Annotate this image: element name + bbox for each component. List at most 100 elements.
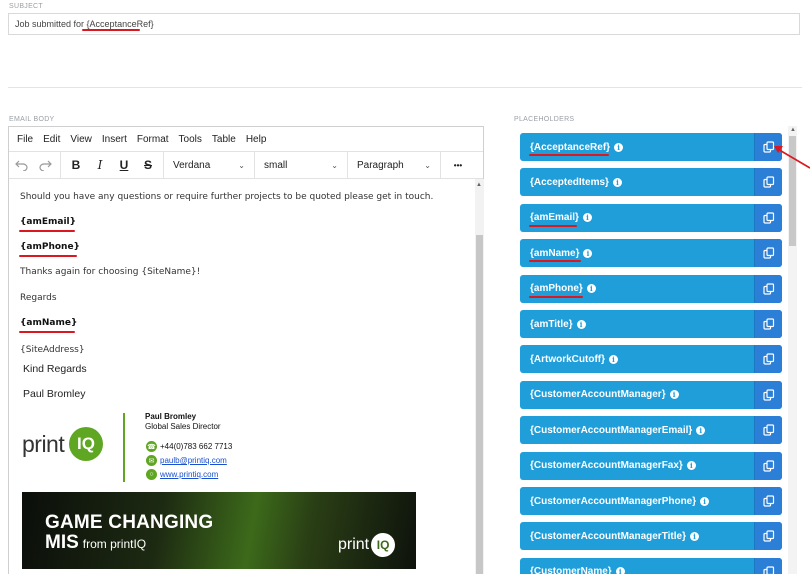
info-icon[interactable]: i — [615, 567, 625, 574]
editor-scroll-thumb[interactable] — [476, 235, 483, 574]
section-divider — [8, 87, 802, 88]
amemail-underline — [19, 230, 75, 232]
copy-button[interactable] — [754, 168, 782, 197]
placeholder-item[interactable]: {AcceptedItems} i — [520, 168, 782, 197]
copy-button[interactable] — [754, 345, 782, 374]
copy-button[interactable] — [754, 451, 782, 480]
toolbar-separator — [254, 151, 255, 179]
placeholder-item[interactable]: {amPhone} i — [520, 274, 782, 303]
info-icon[interactable]: i — [689, 531, 699, 541]
more-button[interactable]: ••• — [444, 154, 472, 176]
info-icon[interactable]: i — [696, 425, 706, 435]
redo-icon — [38, 160, 52, 171]
placeholder-item[interactable]: {CustomerAccountManager} i — [520, 380, 782, 409]
copy-button[interactable] — [754, 203, 782, 232]
placeholder-label: {AcceptedItems} — [530, 176, 609, 188]
placeholder-underline — [529, 224, 577, 227]
signature-email-link[interactable]: paulb@printiq.com — [160, 456, 227, 465]
menu-file[interactable]: File — [17, 134, 33, 145]
printiq-logo-badge: IQ — [69, 427, 103, 461]
menu-view[interactable]: View — [70, 134, 92, 145]
redo-button[interactable] — [33, 154, 57, 176]
info-icon[interactable]: i — [700, 496, 710, 506]
info-icon[interactable]: i — [669, 390, 679, 400]
info-icon[interactable]: i — [582, 213, 592, 223]
body-line-amphone: {amPhone} — [20, 242, 80, 252]
undo-button[interactable] — [9, 154, 33, 176]
placeholder-underline — [529, 154, 609, 156]
italic-button[interactable]: I — [88, 154, 112, 176]
placeholder-item[interactable]: {CustomerAccountManagerPhone} i — [520, 487, 782, 515]
menu-format[interactable]: Format — [137, 134, 169, 145]
strikethrough-button[interactable]: S — [136, 154, 160, 176]
bold-button[interactable]: B — [64, 154, 88, 176]
placeholder-label: {CustomerAccountManagerFax} — [530, 460, 683, 472]
placeholder-item[interactable]: {CustomerAccountManagerFax} i — [520, 451, 782, 480]
info-icon[interactable]: i — [576, 319, 586, 329]
placeholder-label: {amTitle} — [530, 318, 573, 330]
placeholder-item[interactable]: {CustomerAccountManagerTitle} i — [520, 522, 782, 551]
menu-insert[interactable]: Insert — [102, 134, 127, 145]
placeholder-item[interactable]: {CustomerName} i — [520, 557, 782, 574]
info-icon[interactable]: i — [686, 461, 696, 471]
placeholder-item[interactable]: {ArtworkCutoff} i — [520, 345, 782, 374]
info-icon[interactable]: i — [583, 248, 593, 258]
body-line: Should you have any questions or require… — [20, 192, 434, 202]
subject-prefix: Job submitted for — [15, 19, 87, 29]
placeholders-label: PLACEHOLDERS — [514, 116, 575, 123]
signature-phone-row: ☎ +44(0)783 662 7713 — [146, 441, 232, 452]
copy-button[interactable] — [754, 380, 782, 409]
placeholder-scrollbar[interactable]: ▲ — [788, 126, 797, 574]
undo-icon — [14, 160, 28, 171]
menu-help[interactable]: Help — [246, 134, 267, 145]
copy-icon — [762, 530, 774, 542]
placeholder-item[interactable]: {amName} i — [520, 239, 782, 268]
subject-ref: {AcceptanceRef} — [86, 19, 154, 29]
scroll-up-arrow-icon[interactable]: ▲ — [476, 182, 482, 188]
font-family-value: Verdana — [173, 159, 211, 171]
info-icon[interactable]: i — [609, 354, 618, 364]
copy-button[interactable] — [754, 416, 782, 445]
menu-tools[interactable]: Tools — [179, 134, 202, 145]
copy-button[interactable] — [754, 487, 782, 515]
phone-icon: ☎ — [146, 441, 157, 452]
placeholder-item[interactable]: {CustomerAccountManagerEmail} i — [520, 416, 782, 445]
placeholder-label: {amName} — [530, 247, 580, 259]
copy-button[interactable] — [754, 557, 782, 574]
placeholder-item[interactable]: {amTitle} i — [520, 310, 782, 338]
body-line: Regards — [20, 293, 57, 303]
menu-edit[interactable]: Edit — [43, 134, 60, 145]
copy-button[interactable] — [754, 239, 782, 268]
underline-button[interactable]: U — [112, 154, 136, 176]
info-icon[interactable]: i — [586, 284, 596, 294]
placeholder-item[interactable]: {AcceptanceRef} i — [520, 133, 782, 161]
copy-icon — [762, 247, 774, 259]
editor-scrollbar[interactable]: ▲ — [475, 179, 484, 574]
body-line: Paul Bromley — [23, 388, 86, 400]
copy-button[interactable] — [754, 310, 782, 338]
signature-name: Paul Bromley — [145, 412, 197, 421]
bold-icon: B — [71, 158, 81, 172]
scroll-up-arrow-icon[interactable]: ▲ — [790, 127, 796, 133]
banner-logo-badge: IQ — [371, 533, 396, 557]
font-size-select[interactable]: small ⌄ — [258, 154, 344, 176]
copy-icon — [762, 282, 774, 295]
copy-button[interactable] — [754, 522, 782, 551]
info-icon[interactable]: i — [614, 142, 624, 152]
placeholder-item[interactable]: {amEmail} i — [520, 203, 782, 232]
placeholder-label: {CustomerAccountManagerEmail} — [530, 424, 693, 436]
banner-from: from printIQ — [82, 537, 147, 551]
block-format-select[interactable]: Paragraph ⌄ — [351, 154, 437, 176]
font-family-select[interactable]: Verdana ⌄ — [167, 154, 251, 176]
info-icon[interactable]: i — [612, 177, 622, 187]
signature-web-link[interactable]: www.printiq.com — [160, 470, 218, 479]
menu-table[interactable]: Table — [212, 134, 236, 145]
editor-toolbar: B I U S Verdana ⌄ small ⌄ Paragraph ⌄ ••• — [9, 151, 483, 179]
copy-button[interactable] — [754, 274, 782, 303]
underline-icon: U — [119, 158, 129, 172]
email-body-editor[interactable]: File Edit View Insert Format Tools Table… — [8, 126, 484, 574]
placeholder-underline — [529, 260, 581, 263]
subject-input[interactable]: Job submitted for {AcceptanceRef} — [8, 13, 800, 35]
editor-content[interactable]: Should you have any questions or require… — [9, 179, 475, 574]
body-line: {SiteAddress} — [20, 345, 85, 355]
